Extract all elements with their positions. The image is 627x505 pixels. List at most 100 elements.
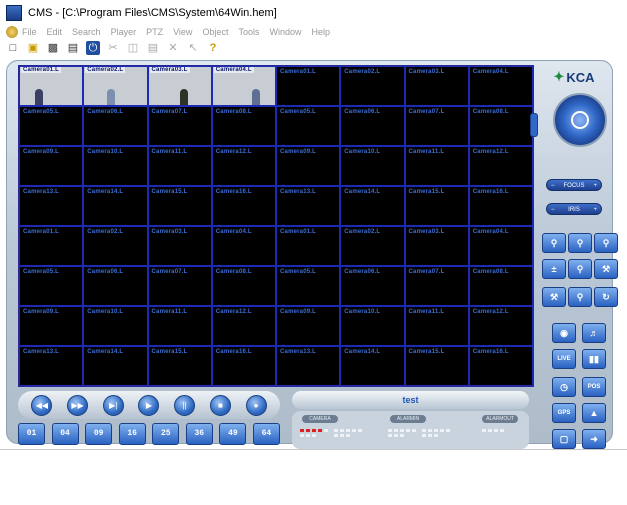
camera-tile[interactable]: Camera07.L — [147, 106, 212, 146]
search-icon[interactable]: ⚲ — [568, 259, 592, 279]
iris-minus-icon[interactable]: − — [551, 204, 555, 214]
camera-tile[interactable]: Camera05.L — [276, 266, 341, 306]
camera-tile[interactable]: Camera01.L — [19, 66, 84, 106]
copy-icon[interactable]: ◫ — [126, 41, 140, 55]
camera-tile[interactable]: Camera03.L — [147, 226, 212, 266]
timer-icon[interactable]: ◷ — [552, 377, 576, 397]
camera-tile[interactable]: Camera15.L — [404, 186, 469, 226]
camera-tile[interactable]: Camera08.L — [468, 106, 533, 146]
help-icon[interactable]: ? — [206, 41, 220, 55]
menu-file[interactable]: File — [22, 27, 37, 37]
fast-forward-button[interactable]: ▶▶ — [67, 394, 89, 416]
refresh-icon[interactable]: ↻ — [594, 287, 618, 307]
focus-control[interactable]: − FOCUS + — [546, 179, 602, 191]
zoom-tele-icon[interactable]: ⚲ — [594, 233, 618, 253]
camera-tile[interactable]: Camera10.L — [83, 146, 148, 186]
camera-tile[interactable]: Camera14.L — [340, 346, 405, 386]
camera-tile[interactable]: Camera12.L — [468, 146, 533, 186]
camera-tile[interactable]: Camera13.L — [276, 346, 341, 386]
zoom-in-icon[interactable]: ⚲ — [568, 233, 592, 253]
camera-tile[interactable]: Camera09.L — [276, 146, 341, 186]
delete-icon[interactable]: ✕ — [166, 41, 180, 55]
iris-control[interactable]: − IRIS + — [546, 203, 602, 215]
split-01-button[interactable]: 01 — [18, 423, 45, 445]
menu-tools[interactable]: Tools — [238, 27, 259, 37]
camera-tile[interactable]: Camera03.L — [404, 66, 469, 106]
camera-tile[interactable]: Camera15.L — [147, 186, 212, 226]
menu-window[interactable]: Window — [269, 27, 301, 37]
paste-icon[interactable]: ▤ — [146, 41, 160, 55]
camera-tile[interactable]: Camera04.L — [468, 226, 533, 266]
camera-tile[interactable]: Camera02.L — [83, 226, 148, 266]
camera-tile[interactable]: Camera09.L — [19, 146, 84, 186]
camera-tile[interactable]: Camera06.L — [83, 266, 148, 306]
camera-tile[interactable]: Camera14.L — [83, 186, 148, 226]
cut-icon[interactable]: ✂ — [106, 41, 120, 55]
split-16-button[interactable]: 16 — [118, 423, 146, 445]
export-icon[interactable]: ➜ — [582, 429, 606, 449]
speaker-icon[interactable]: ♬ — [582, 323, 606, 343]
camera-tile[interactable]: Camera16.L — [468, 346, 533, 386]
camera-tile[interactable]: Camera12.L — [211, 146, 276, 186]
menu-object[interactable]: Object — [202, 27, 228, 37]
preset-icon[interactable]: ± — [542, 259, 566, 279]
camera-tile[interactable]: Camera04.L — [211, 226, 276, 266]
camera-tile[interactable]: Camera07.L — [404, 266, 469, 306]
camera-tile[interactable]: Camera13.L — [276, 186, 341, 226]
pos-button[interactable]: POS — [582, 377, 606, 397]
camera-tile[interactable]: Camera08.L — [468, 266, 533, 306]
siren-icon[interactable]: ▲ — [582, 403, 606, 423]
ptz-joystick[interactable] — [553, 93, 607, 147]
split-09-button[interactable]: 09 — [85, 423, 113, 445]
camera-tile[interactable]: Camera01.L — [276, 66, 341, 106]
camera-tile[interactable]: Camera15.L — [147, 346, 212, 386]
play-button[interactable]: ▶ — [138, 394, 160, 416]
camera-tile[interactable]: Camera04.L — [468, 66, 533, 106]
menu-search[interactable]: Search — [72, 27, 101, 37]
panel-slider-handle[interactable] — [530, 113, 538, 137]
camera-tile[interactable]: Camera02.L — [340, 226, 405, 266]
camera-tile[interactable]: Camera03.L — [404, 226, 469, 266]
pointer-icon[interactable]: ↖ — [186, 41, 200, 55]
split-04-button[interactable]: 04 — [51, 423, 79, 445]
menu-edit[interactable]: Edit — [47, 27, 63, 37]
camera-tile[interactable]: Camera14.L — [340, 186, 405, 226]
camera-tile[interactable]: Camera02.L — [340, 66, 405, 106]
camera-tile[interactable]: Camera01.L — [276, 226, 341, 266]
zoom-out-icon[interactable]: ⚲ — [542, 233, 566, 253]
camera-tile[interactable]: Camera09.L — [19, 306, 84, 346]
stop-button[interactable]: ■ — [209, 394, 231, 416]
menu-help[interactable]: Help — [311, 27, 330, 37]
split-36-button[interactable]: 36 — [185, 423, 213, 445]
camera-tile[interactable]: Camera12.L — [211, 306, 276, 346]
microphone-icon[interactable]: ◉ — [552, 323, 576, 343]
camera-tile[interactable]: Camera16.L — [211, 346, 276, 386]
camera-tile[interactable]: Camera08.L — [211, 106, 276, 146]
step-button[interactable]: ▶| — [102, 394, 124, 416]
focus-plus-icon[interactable]: + — [593, 180, 597, 190]
split-49-button[interactable]: 49 — [219, 423, 247, 445]
camera-tile[interactable]: Camera14.L — [83, 346, 148, 386]
focus-minus-icon[interactable]: − — [551, 180, 555, 190]
gps-button[interactable]: GPS — [552, 403, 576, 423]
camera-tile[interactable]: Camera11.L — [404, 306, 469, 346]
save-icon[interactable]: ▩ — [46, 41, 60, 55]
camera-tile[interactable]: Camera12.L — [468, 306, 533, 346]
camera-tile[interactable]: Camera08.L — [211, 266, 276, 306]
menu-view[interactable]: View — [173, 27, 192, 37]
camera-tile[interactable]: Camera04.L — [211, 66, 276, 106]
camera-tile[interactable]: Camera11.L — [404, 146, 469, 186]
camera-tile[interactable]: Camera05.L — [276, 106, 341, 146]
power-icon[interactable]: ⏻ — [86, 41, 100, 55]
camera-tile[interactable]: Camera16.L — [211, 186, 276, 226]
new-icon[interactable]: □ — [6, 41, 20, 55]
camera-tile[interactable]: Camera05.L — [19, 106, 84, 146]
find-icon[interactable]: ⚲ — [568, 287, 592, 307]
camera-tile[interactable]: Camera11.L — [147, 146, 212, 186]
audio-level-icon[interactable]: ▮▮ — [582, 349, 606, 369]
camera-tile[interactable]: Camera13.L — [19, 186, 84, 226]
camera-tile[interactable]: Camera11.L — [147, 306, 212, 346]
camera-tile[interactable]: Camera06.L — [340, 106, 405, 146]
camera-tile[interactable]: Camera09.L — [276, 306, 341, 346]
camera-tile[interactable]: Camera10.L — [83, 306, 148, 346]
